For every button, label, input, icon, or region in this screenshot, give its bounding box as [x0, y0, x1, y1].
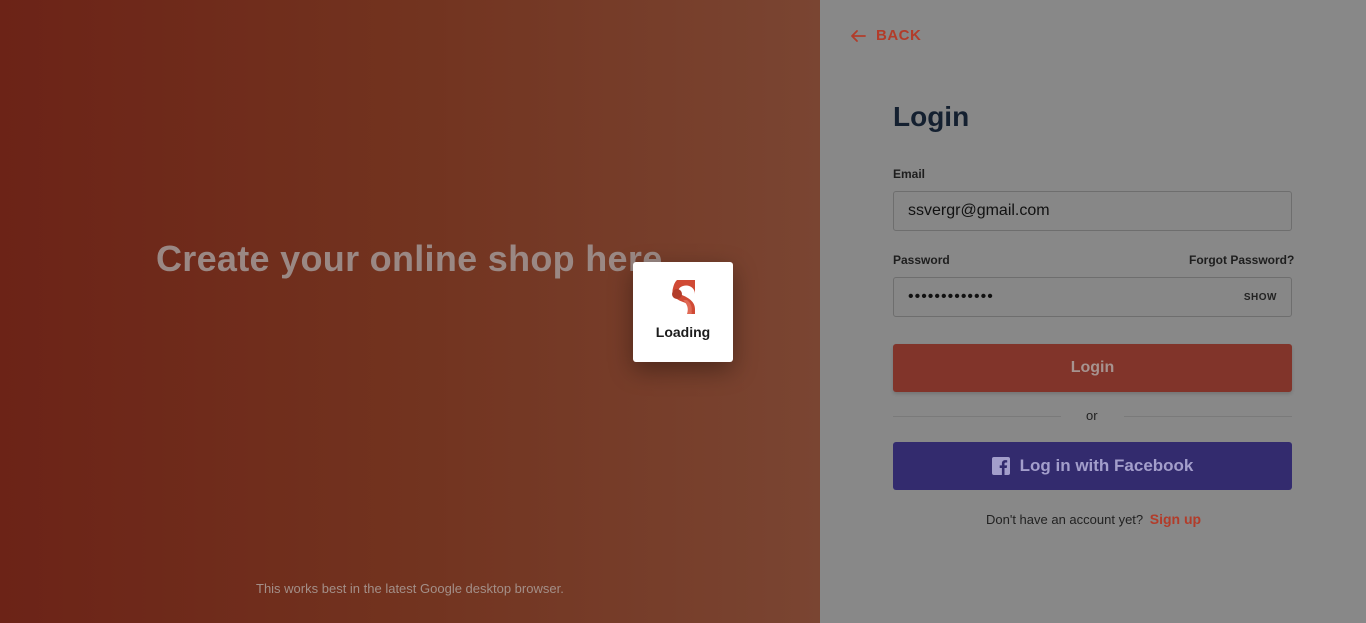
- signup-prompt: Don't have an account yet?: [986, 512, 1144, 527]
- email-field-wrapper: [893, 191, 1292, 231]
- show-password-button[interactable]: SHOW: [1244, 292, 1277, 303]
- divider-left: [893, 416, 1061, 417]
- signup-link[interactable]: Sign up: [1150, 511, 1201, 527]
- password-label: Password: [893, 253, 950, 267]
- back-label: BACK: [876, 27, 922, 44]
- forgot-password-link[interactable]: Forgot Password?: [1189, 253, 1294, 267]
- hero-headline: Create your online shop here: [156, 238, 663, 279]
- facebook-login-button[interactable]: Log in with Facebook: [893, 442, 1292, 490]
- divider-right: [1124, 416, 1292, 417]
- page-title: Login: [893, 101, 970, 132]
- loading-overlay: Loading: [633, 262, 733, 362]
- arrow-left-icon: [851, 29, 866, 42]
- facebook-label: Log in with Facebook: [1019, 456, 1194, 475]
- signup-row: Don't have an account yet? Sign up: [986, 511, 1201, 527]
- or-separator: or: [1086, 408, 1098, 423]
- loading-label: Loading: [655, 324, 711, 340]
- email-label: Email: [893, 167, 926, 181]
- browser-note: This works best in the latest Google des…: [256, 581, 564, 596]
- password-field[interactable]: [908, 288, 1236, 306]
- facebook-icon: [991, 457, 1010, 475]
- login-button[interactable]: Login: [893, 344, 1292, 392]
- password-field-wrapper: SHOW: [893, 277, 1292, 317]
- shop-logo-icon: [672, 280, 695, 314]
- back-link[interactable]: BACK: [850, 27, 921, 44]
- email-field[interactable]: [908, 202, 1277, 220]
